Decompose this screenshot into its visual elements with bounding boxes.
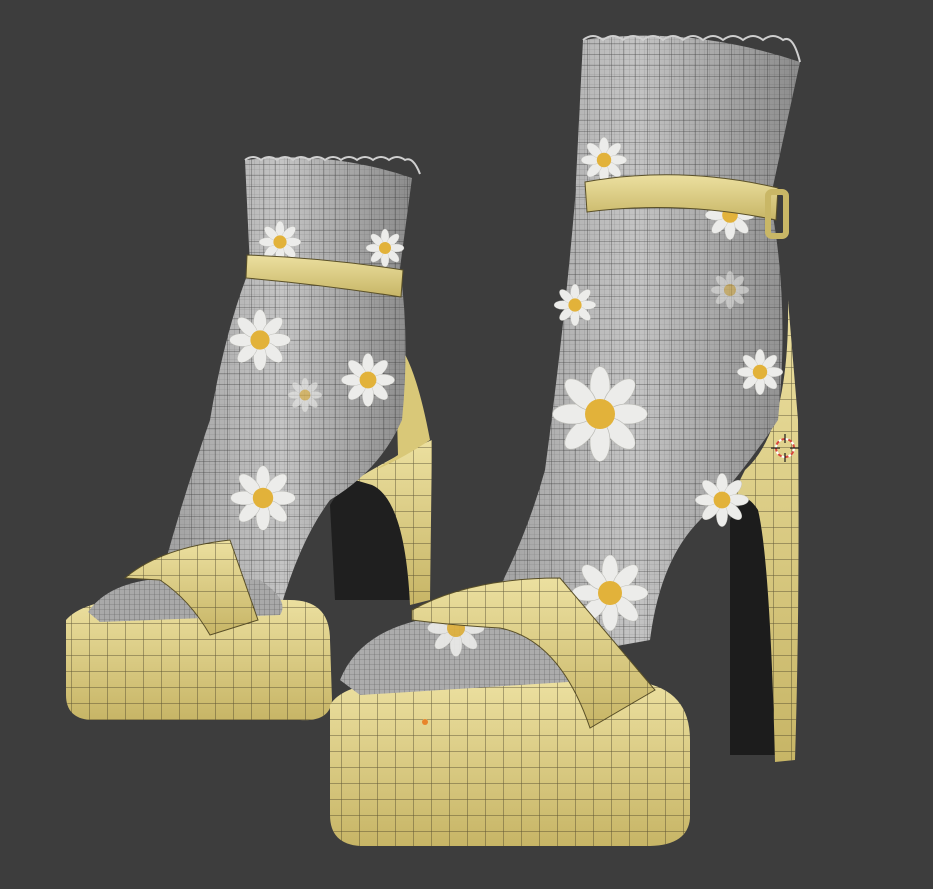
sandal-left[interactable] xyxy=(66,156,432,721)
3d-viewport[interactable] xyxy=(0,0,933,889)
scene-canvas[interactable] xyxy=(0,0,933,889)
object-origin-icon xyxy=(422,719,428,725)
